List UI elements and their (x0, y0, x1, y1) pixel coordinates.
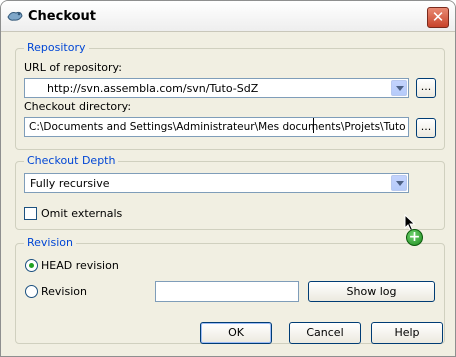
text-caret (313, 118, 314, 133)
show-log-button[interactable]: Show log (308, 281, 435, 302)
depth-combobox[interactable]: Fully recursive (24, 173, 409, 193)
revision-input[interactable] (155, 281, 299, 302)
url-value: http://svn.assembla.com/svn/Tuto-SdZ (47, 82, 259, 95)
tortoisesvn-icon (7, 11, 23, 21)
head-revision-radio[interactable] (25, 259, 38, 272)
repository-legend: Repository (24, 41, 89, 54)
ok-button[interactable]: OK (200, 322, 272, 344)
title-bar[interactable]: Checkout ✕ (1, 1, 455, 32)
browse-url-button[interactable]: ... (416, 78, 436, 98)
head-revision-label[interactable]: HEAD revision (41, 259, 119, 272)
window-title: Checkout (28, 9, 97, 24)
checkout-dir-input[interactable]: C:\Documents and Settings\Administrateur… (24, 117, 409, 137)
add-plus-icon: + (406, 229, 423, 246)
dialog-body: Repository URL of repository: http://svn… (1, 32, 455, 356)
checkout-dir-label: Checkout directory: (24, 100, 132, 113)
checkout-dialog: Checkout ✕ Repository URL of repository:… (0, 0, 456, 357)
depth-value: Fully recursive (30, 177, 110, 190)
checkout-dir-value: C:\Documents and Settings\Administrateur… (29, 121, 409, 133)
browse-dir-button[interactable]: ... (416, 118, 436, 138)
checkout-depth-legend: Checkout Depth (24, 154, 119, 167)
cancel-button[interactable]: Cancel (289, 322, 361, 344)
revision-radio[interactable] (25, 285, 38, 298)
help-button[interactable]: Help (371, 322, 443, 344)
chevron-down-icon[interactable] (391, 175, 407, 191)
close-button[interactable]: ✕ (427, 7, 449, 28)
omit-externals-checkbox[interactable] (24, 207, 37, 220)
chevron-down-icon[interactable] (391, 80, 407, 96)
url-combobox[interactable]: http://svn.assembla.com/svn/Tuto-SdZ (24, 78, 409, 98)
revision-label[interactable]: Revision (41, 285, 87, 298)
url-label: URL of repository: (24, 61, 122, 74)
omit-externals-label[interactable]: Omit externals (41, 207, 122, 220)
revision-legend: Revision (24, 236, 76, 249)
